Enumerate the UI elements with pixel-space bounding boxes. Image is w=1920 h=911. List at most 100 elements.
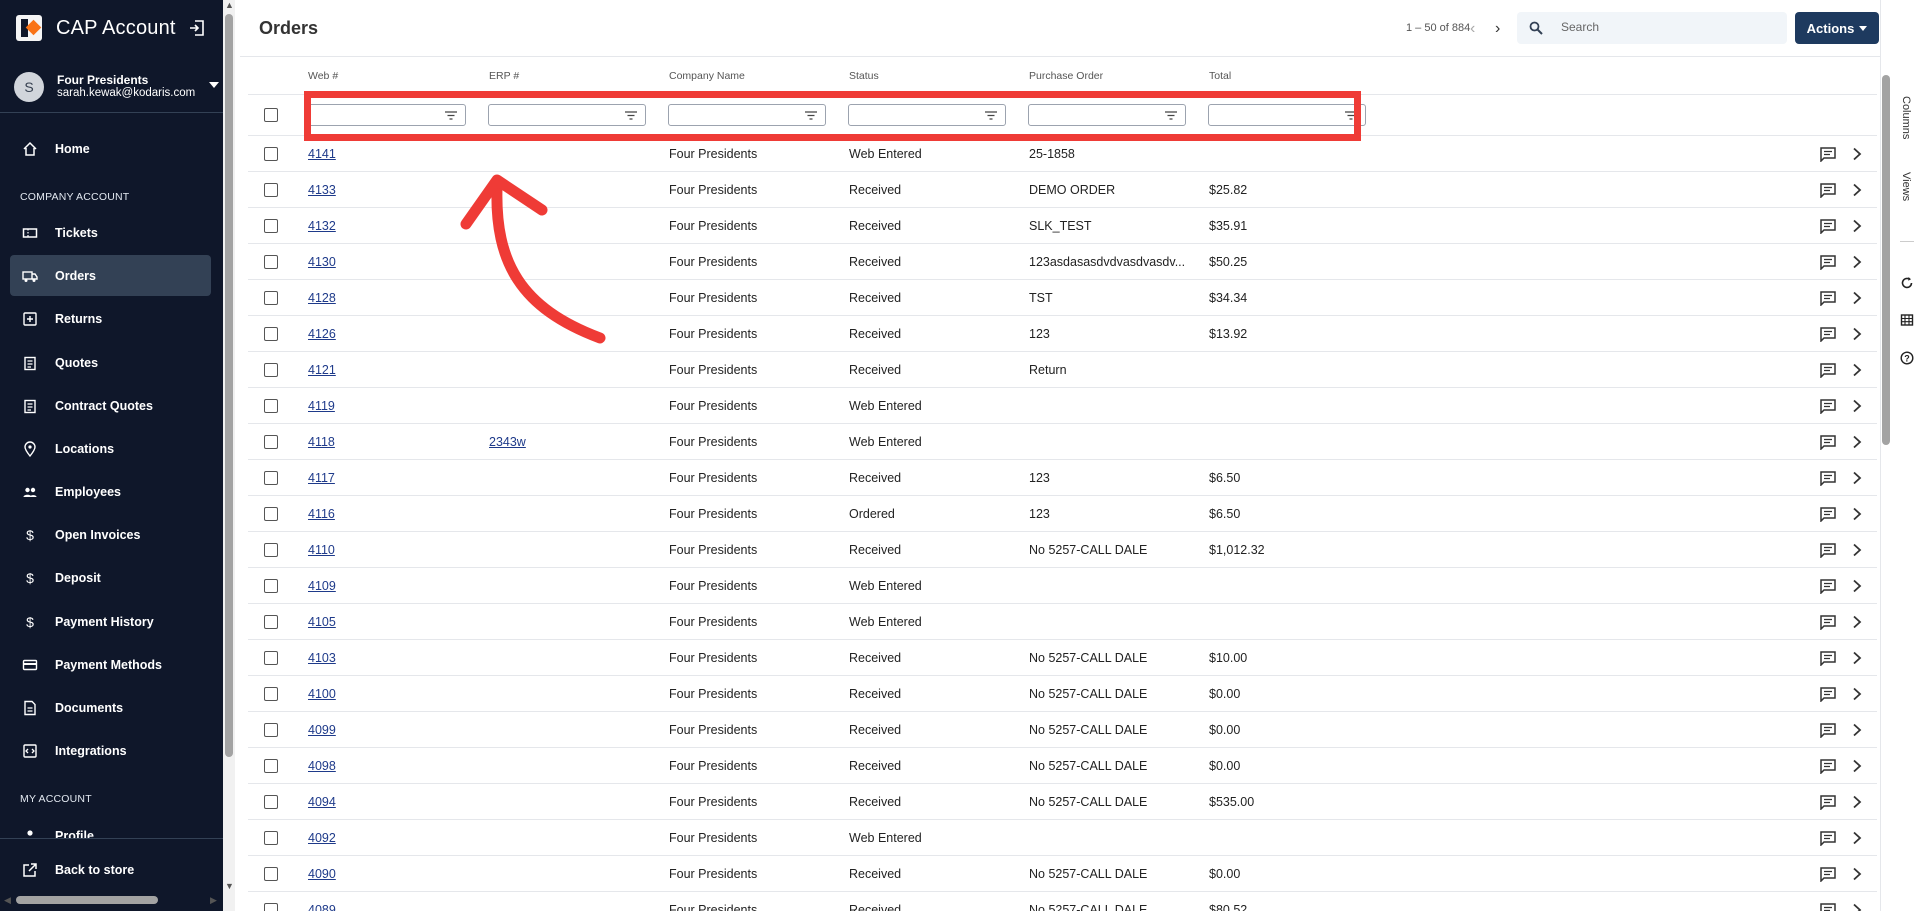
table-row[interactable]: 4126 Four Presidents Received 123 $13.92 bbox=[248, 316, 1877, 352]
comment-icon[interactable] bbox=[1820, 291, 1836, 306]
column-header-company[interactable]: Company Name bbox=[669, 70, 745, 82]
table-row[interactable]: 4141 Four Presidents Web Entered 25-1858 bbox=[248, 136, 1877, 172]
comment-icon[interactable] bbox=[1820, 795, 1836, 810]
comment-icon[interactable] bbox=[1820, 507, 1836, 522]
comment-icon[interactable] bbox=[1820, 399, 1836, 414]
comment-icon[interactable] bbox=[1820, 759, 1836, 774]
row-checkbox[interactable] bbox=[264, 903, 278, 911]
row-checkbox[interactable] bbox=[264, 219, 278, 233]
filter-purchase-order[interactable] bbox=[1028, 104, 1186, 126]
table-row[interactable]: 4118 2343w Four Presidents Web Entered bbox=[248, 424, 1877, 460]
row-checkbox[interactable] bbox=[264, 687, 278, 701]
row-checkbox[interactable] bbox=[264, 147, 278, 161]
table-row[interactable]: 4090 Four Presidents Received No 5257-CALL … bbox=[248, 856, 1877, 892]
filter-web[interactable] bbox=[308, 104, 466, 126]
comment-icon[interactable] bbox=[1820, 219, 1836, 234]
search-box[interactable] bbox=[1517, 12, 1787, 44]
comment-icon[interactable] bbox=[1820, 183, 1836, 198]
row-checkbox[interactable] bbox=[264, 759, 278, 773]
row-checkbox[interactable] bbox=[264, 543, 278, 557]
cell-web[interactable]: 4117 bbox=[308, 471, 335, 485]
table-row[interactable]: 4119 Four Presidents Web Entered bbox=[248, 388, 1877, 424]
chevron-right-icon[interactable] bbox=[1852, 831, 1862, 845]
brand[interactable]: CAP Account bbox=[16, 14, 176, 42]
sidebar-scrollbar[interactable] bbox=[225, 14, 233, 757]
sidebar-item-returns[interactable]: Returns bbox=[10, 298, 211, 339]
filter-company[interactable] bbox=[668, 104, 826, 126]
filter-total[interactable] bbox=[1208, 104, 1366, 126]
cell-web[interactable]: 4105 bbox=[308, 615, 336, 629]
table-row[interactable]: 4098 Four Presidents Received No 5257-CALL … bbox=[248, 748, 1877, 784]
grid-scrollbar[interactable] bbox=[1882, 75, 1890, 445]
comment-icon[interactable] bbox=[1820, 723, 1836, 738]
sidebar-item-integrations[interactable]: Integrations bbox=[10, 730, 211, 771]
chevron-right-icon[interactable] bbox=[1852, 543, 1862, 557]
row-checkbox[interactable] bbox=[264, 399, 278, 413]
chevron-right-icon[interactable] bbox=[1852, 399, 1862, 413]
table-row[interactable]: 4110 Four Presidents Received No 5257-CALL … bbox=[248, 532, 1877, 568]
cell-web[interactable]: 4090 bbox=[308, 867, 336, 881]
cell-web[interactable]: 4092 bbox=[308, 831, 336, 845]
comment-icon[interactable] bbox=[1820, 435, 1836, 450]
cell-web[interactable]: 4130 bbox=[308, 255, 336, 269]
cell-web[interactable]: 4118 bbox=[308, 435, 335, 449]
comment-icon[interactable] bbox=[1820, 867, 1836, 882]
table-row[interactable]: 4133 Four Presidents Received DEMO ORDER $25… bbox=[248, 172, 1877, 208]
back-to-store-link[interactable]: Back to store bbox=[10, 849, 211, 890]
chevron-right-icon[interactable] bbox=[1852, 795, 1862, 809]
comment-icon[interactable] bbox=[1820, 327, 1836, 342]
column-header-status[interactable]: Status bbox=[849, 70, 879, 82]
cell-erp[interactable]: 2343w bbox=[489, 435, 526, 449]
chevron-right-icon[interactable] bbox=[1852, 327, 1862, 341]
comment-icon[interactable] bbox=[1820, 651, 1836, 666]
chevron-left-icon[interactable]: ‹ bbox=[1470, 20, 1475, 38]
table-row[interactable]: 4130 Four Presidents Received 123asdasasdvd… bbox=[248, 244, 1877, 280]
row-checkbox[interactable] bbox=[264, 831, 278, 845]
cell-web[interactable]: 4094 bbox=[308, 795, 336, 809]
sidebar-item-payment-history[interactable]: $ Payment History bbox=[10, 601, 211, 642]
filter-erp[interactable] bbox=[488, 104, 646, 126]
row-checkbox[interactable] bbox=[264, 651, 278, 665]
sidebar-item-deposit[interactable]: $ Deposit bbox=[10, 557, 211, 598]
sidebar-item-orders[interactable]: Orders bbox=[10, 255, 211, 296]
scroll-up-arrow-icon[interactable]: ▲ bbox=[225, 0, 234, 10]
comment-icon[interactable] bbox=[1820, 363, 1836, 378]
table-row[interactable]: 4092 Four Presidents Web Entered bbox=[248, 820, 1877, 856]
cell-web[interactable]: 4128 bbox=[308, 291, 336, 305]
row-checkbox[interactable] bbox=[264, 183, 278, 197]
chevron-right-icon[interactable] bbox=[1852, 723, 1862, 737]
table-row[interactable]: 4132 Four Presidents Received SLK_TEST $35.9… bbox=[248, 208, 1877, 244]
row-checkbox[interactable] bbox=[264, 507, 278, 521]
table-row[interactable]: 4128 Four Presidents Received TST $34.34 bbox=[248, 280, 1877, 316]
table-row[interactable]: 4089 Four Presidents Received No 5257-CALL … bbox=[248, 892, 1877, 911]
sidebar-item-quotes[interactable]: Quotes bbox=[10, 342, 211, 383]
chevron-right-icon[interactable] bbox=[1852, 903, 1862, 911]
column-header-purchase-order[interactable]: Purchase Order bbox=[1029, 70, 1103, 82]
search-input[interactable] bbox=[1561, 20, 1771, 34]
views-panel-tab[interactable]: Views bbox=[1900, 172, 1912, 201]
cell-web[interactable]: 4126 bbox=[308, 327, 336, 341]
cell-web[interactable]: 4099 bbox=[308, 723, 336, 737]
cell-web[interactable]: 4141 bbox=[308, 147, 336, 161]
logout-icon[interactable] bbox=[188, 19, 206, 37]
chevron-right-icon[interactable] bbox=[1852, 147, 1862, 161]
cell-web[interactable]: 4110 bbox=[308, 543, 335, 557]
sidebar-item-locations[interactable]: Locations bbox=[10, 428, 211, 469]
chevron-right-icon[interactable] bbox=[1852, 291, 1862, 305]
cell-web[interactable]: 4119 bbox=[308, 399, 335, 413]
comment-icon[interactable] bbox=[1820, 147, 1836, 162]
cell-web[interactable]: 4089 bbox=[308, 903, 336, 911]
row-checkbox[interactable] bbox=[264, 795, 278, 809]
table-row[interactable]: 4103 Four Presidents Received No 5257-CALL … bbox=[248, 640, 1877, 676]
sidebar-item-open-invoices[interactable]: $ Open Invoices bbox=[10, 514, 211, 555]
sidebar-item-contract-quotes[interactable]: Contract Quotes bbox=[10, 385, 211, 426]
comment-icon[interactable] bbox=[1820, 615, 1836, 630]
row-checkbox[interactable] bbox=[264, 615, 278, 629]
chevron-right-icon[interactable] bbox=[1852, 507, 1862, 521]
filter-status[interactable] bbox=[848, 104, 1006, 126]
user-menu[interactable]: S Four Presidents sarah.kewak@kodaris.co… bbox=[14, 70, 219, 104]
chevron-right-icon[interactable] bbox=[1852, 579, 1862, 593]
cell-web[interactable]: 4121 bbox=[308, 363, 336, 377]
chevron-right-icon[interactable] bbox=[1852, 651, 1862, 665]
table-row[interactable]: 4116 Four Presidents Ordered 123 $6.50 bbox=[248, 496, 1877, 532]
